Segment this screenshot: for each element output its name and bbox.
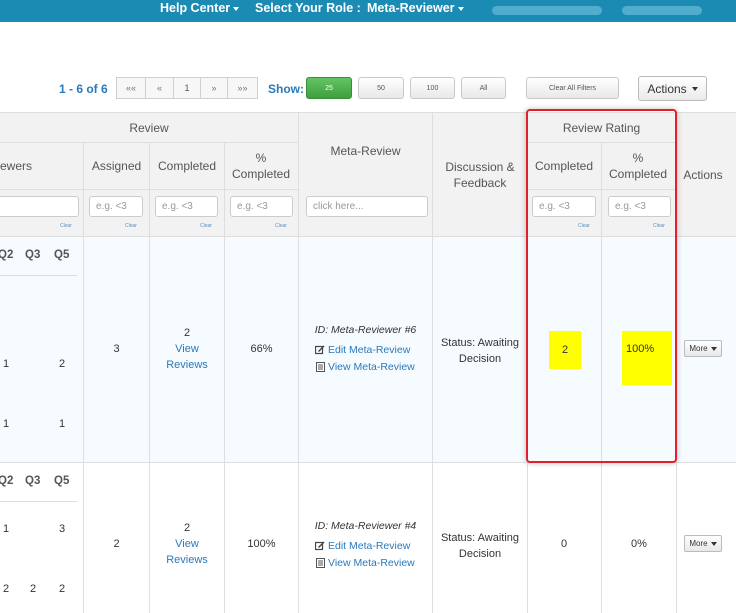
blurred-user-info bbox=[622, 6, 702, 15]
reviewers-filter-input[interactable] bbox=[0, 196, 79, 217]
meta-review-header[interactable]: Meta-Review bbox=[299, 143, 432, 159]
show-25-button[interactable]: 25 bbox=[306, 77, 352, 99]
q5-score: 3 bbox=[59, 523, 66, 535]
actions-dropdown-button[interactable]: Actions bbox=[638, 76, 707, 101]
edit-icon bbox=[315, 541, 325, 551]
review-rating-callout bbox=[526, 109, 677, 463]
pct-completed-value: 66% bbox=[250, 343, 273, 355]
pager-page-1[interactable]: 1 bbox=[173, 77, 201, 99]
view-meta-review-link[interactable]: View Meta-Review bbox=[328, 361, 415, 373]
discussion-feedback-header[interactable]: Discussion & Feedback bbox=[440, 159, 520, 191]
completed-count: 2 bbox=[183, 522, 191, 534]
assigned-header[interactable]: Assigned bbox=[84, 158, 149, 174]
discussion-status: Status: Awaiting Decision bbox=[440, 337, 520, 365]
caret-down-icon bbox=[691, 86, 698, 91]
pager-last-button[interactable]: »» bbox=[227, 77, 258, 99]
q5-header: Q5 bbox=[54, 249, 70, 261]
discussion-status: Status: Awaiting Decision bbox=[440, 532, 520, 560]
q3-score: 2 bbox=[30, 583, 37, 595]
role-value: Meta-Reviewer bbox=[367, 1, 455, 15]
document-icon bbox=[316, 362, 325, 372]
pager-range: 1 - 6 of 6 bbox=[59, 82, 108, 96]
pct-completed-header[interactable]: % Completed bbox=[232, 150, 290, 182]
help-center-menu[interactable]: Help Center bbox=[160, 1, 240, 15]
completed-header[interactable]: Completed bbox=[150, 158, 224, 174]
completed-filter-input[interactable]: e.g. <3 bbox=[155, 196, 218, 217]
rating-pct-value: 0% bbox=[631, 538, 647, 550]
q2-header: Q2 bbox=[0, 475, 14, 487]
role-label: Select Your Role : bbox=[255, 1, 361, 15]
completed-count: 2 bbox=[183, 327, 191, 339]
q2-score: 1 bbox=[3, 418, 10, 430]
q3-header: Q3 bbox=[25, 475, 41, 487]
pager-next-button[interactable]: » bbox=[200, 77, 228, 99]
caret-down-icon bbox=[710, 346, 717, 351]
assigned-filter-input[interactable]: e.g. <3 bbox=[89, 196, 143, 217]
caret-down-icon bbox=[233, 6, 240, 11]
more-actions-button[interactable]: More bbox=[684, 535, 722, 552]
clear-filter-link[interactable]: Clear bbox=[125, 223, 137, 229]
q5-score: 2 bbox=[59, 583, 66, 595]
show-50-button[interactable]: 50 bbox=[358, 77, 404, 99]
meta-review-filter-input[interactable]: click here... bbox=[306, 196, 428, 217]
actions-header: Actions bbox=[683, 168, 723, 182]
assigned-count: 2 bbox=[113, 538, 120, 550]
review-group-header: Review bbox=[129, 121, 169, 135]
pct-completed-value: 100% bbox=[247, 538, 276, 550]
role-selector[interactable]: Meta-Reviewer bbox=[367, 1, 464, 15]
assigned-count: 3 bbox=[113, 343, 120, 355]
more-actions-button[interactable]: More bbox=[684, 340, 722, 357]
pager-prev-button[interactable]: « bbox=[145, 77, 174, 99]
edit-icon bbox=[315, 345, 325, 355]
blurred-user-info bbox=[492, 6, 602, 15]
q2-score: 1 bbox=[3, 523, 10, 535]
meta-review-id: ID: Meta-Reviewer #6 bbox=[314, 324, 417, 336]
caret-down-icon bbox=[710, 541, 717, 546]
more-label: More bbox=[689, 539, 708, 548]
top-navigation-bar: Help Center Select Your Role : Meta-Revi… bbox=[0, 0, 736, 22]
reviewers-header: ewers bbox=[0, 159, 33, 173]
actions-label: Actions bbox=[647, 81, 687, 96]
q2-score: 2 bbox=[3, 583, 10, 595]
q5-score: 1 bbox=[59, 418, 66, 430]
view-reviews-link[interactable]: View Reviews bbox=[157, 536, 217, 568]
view-meta-review-link[interactable]: View Meta-Review bbox=[328, 557, 415, 569]
meta-review-id: ID: Meta-Reviewer #4 bbox=[314, 520, 417, 532]
edit-meta-review-link[interactable]: Edit Meta-Review bbox=[328, 344, 410, 356]
clear-filter-link[interactable]: Clear bbox=[275, 223, 287, 229]
view-reviews-link[interactable]: View Reviews bbox=[157, 341, 217, 373]
more-label: More bbox=[689, 344, 708, 353]
clear-all-filters-button[interactable]: Clear All Filters bbox=[526, 77, 619, 99]
show-all-button[interactable]: All bbox=[461, 77, 506, 99]
show-100-button[interactable]: 100 bbox=[410, 77, 455, 99]
q2-header: Q2 bbox=[0, 249, 14, 261]
help-center-label: Help Center bbox=[160, 1, 231, 15]
rating-completed-value: 0 bbox=[560, 538, 568, 550]
pager-first-button[interactable]: «« bbox=[116, 77, 146, 99]
document-icon bbox=[316, 558, 325, 568]
clear-filter-link[interactable]: Clear bbox=[60, 223, 72, 229]
edit-meta-review-link[interactable]: Edit Meta-Review bbox=[328, 540, 410, 552]
clear-filter-link[interactable]: Clear bbox=[200, 223, 212, 229]
caret-down-icon bbox=[457, 6, 464, 11]
pct-completed-filter-input[interactable]: e.g. <3 bbox=[230, 196, 293, 217]
q2-score: 1 bbox=[3, 358, 10, 370]
show-label: Show: bbox=[268, 82, 304, 96]
q5-header: Q5 bbox=[54, 475, 70, 487]
q5-score: 2 bbox=[59, 358, 66, 370]
q3-header: Q3 bbox=[25, 249, 41, 261]
